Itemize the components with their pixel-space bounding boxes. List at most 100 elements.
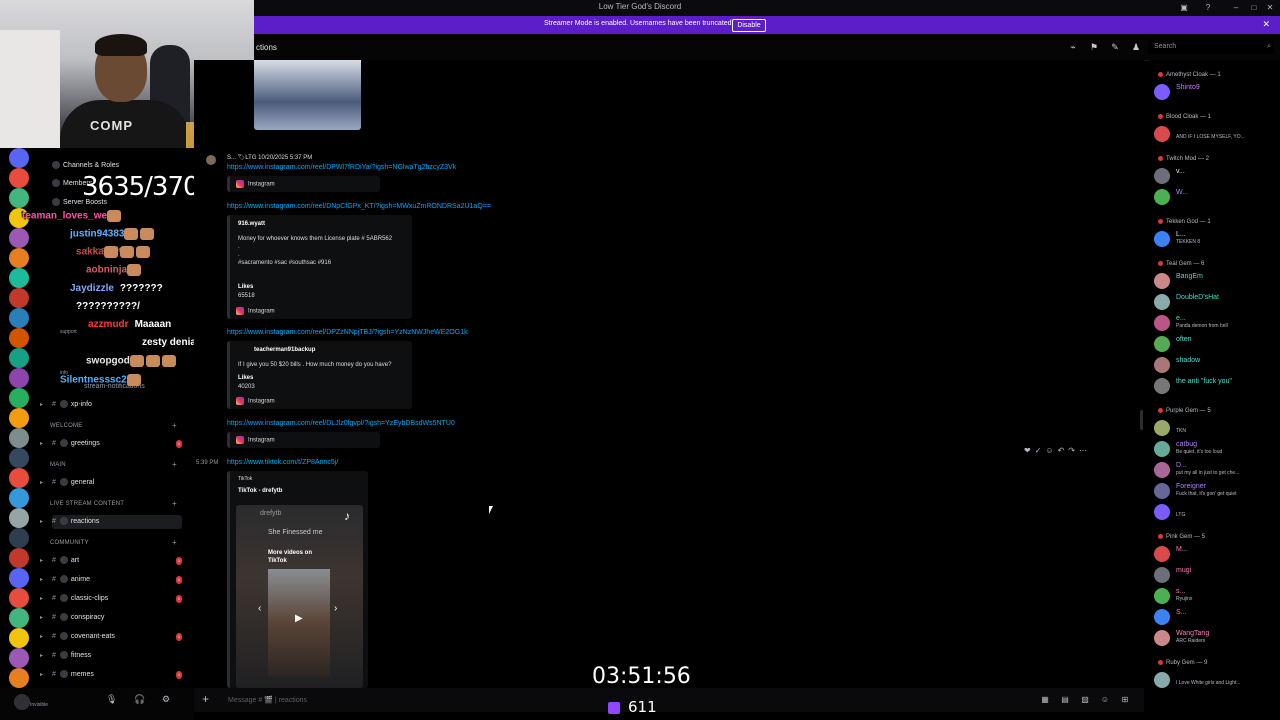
expand-icon[interactable]: ▸ — [40, 668, 43, 682]
member-item[interactable]: DoubleD'sHat — [1154, 293, 1278, 311]
member-item[interactable]: often — [1154, 335, 1278, 353]
expand-icon[interactable]: ▸ — [40, 573, 43, 587]
minimize-button[interactable]: – — [1230, 2, 1242, 14]
member-item[interactable]: W... — [1154, 188, 1278, 206]
tiktok-link[interactable]: https://www.tiktok.com/t/ZP8Annc5j/ — [227, 459, 338, 466]
play-icon[interactable]: ▶ — [295, 613, 303, 624]
channel-item[interactable]: ▸ # classic-clips 1 — [40, 592, 182, 606]
instagram-link-3[interactable]: https://www.instagram.com/reel/DPZzNNpjT… — [227, 329, 468, 336]
server-icon[interactable] — [9, 448, 29, 468]
channel-item[interactable]: ▸ # xp-info — [40, 398, 182, 412]
avatar[interactable] — [1154, 231, 1170, 247]
add-channel-icon[interactable]: + — [172, 499, 177, 508]
member-item[interactable]: s... Ryujinx — [1154, 587, 1278, 605]
expand-icon[interactable]: ▸ — [40, 611, 43, 625]
server-icon[interactable] — [9, 568, 29, 588]
expand-icon[interactable]: ▸ — [40, 592, 43, 606]
server-icon[interactable] — [9, 428, 29, 448]
message-hover-actions[interactable]: ❤✓☺↶↷⋯ — [1024, 446, 1124, 458]
server-icon[interactable] — [9, 388, 29, 408]
avatar[interactable] — [1154, 315, 1170, 331]
instagram-link-2[interactable]: https://www.instagram.com/reel/DNpCfGPx_… — [227, 203, 491, 210]
server-icon[interactable] — [9, 168, 29, 188]
channel-item[interactable]: ▸ # anime 1 — [40, 573, 182, 587]
gift-icon[interactable]: ▦ — [1040, 695, 1050, 705]
avatar[interactable] — [1154, 294, 1170, 310]
member-item[interactable]: WangTang ARC Raiders — [1154, 629, 1278, 647]
avatar[interactable] — [206, 155, 216, 165]
server-icon[interactable] — [9, 488, 29, 508]
close-window-button[interactable]: ✕ — [1264, 2, 1276, 14]
server-icon[interactable] — [9, 368, 29, 388]
avatar[interactable] — [1154, 357, 1170, 373]
close-banner-icon[interactable]: ✕ — [1262, 19, 1270, 30]
add-channel-icon[interactable]: + — [172, 538, 177, 547]
disable-streamer-mode-button[interactable]: Disable — [732, 19, 766, 32]
avatar[interactable] — [1154, 189, 1170, 205]
expand-icon[interactable]: ▸ — [40, 476, 43, 490]
avatar[interactable] — [1154, 546, 1170, 562]
avatar[interactable] — [1154, 588, 1170, 604]
embed-author[interactable]: teacherman91backup — [254, 347, 315, 353]
tiktok-video-preview[interactable]: drefytb ♪ She Finessed me More videos on… — [236, 505, 363, 688]
server-icon[interactable] — [9, 188, 29, 208]
channel-item[interactable]: ▸ # general — [40, 476, 182, 490]
chevron-left-icon[interactable]: ‹ — [258, 603, 261, 614]
pin-icon[interactable]: ✎ — [1110, 42, 1120, 52]
member-item[interactable]: Shinto9 — [1154, 83, 1278, 101]
server-icon[interactable] — [9, 468, 29, 488]
member-item[interactable]: e... Panda demon from hell — [1154, 314, 1278, 332]
member-item[interactable]: L... TEKKEN 8 — [1154, 230, 1278, 248]
server-icon[interactable] — [9, 228, 29, 248]
help-icon[interactable]: ? — [1202, 2, 1214, 14]
member-item[interactable]: mugi — [1154, 566, 1278, 584]
embed-author[interactable]: 916.wyatt — [238, 221, 265, 227]
expand-icon[interactable]: ▸ — [40, 515, 43, 529]
server-icon[interactable] — [9, 148, 29, 168]
instagram-link-1[interactable]: https://www.instagram.com/reel/DPWl7fRDi… — [227, 164, 456, 171]
server-icon[interactable] — [9, 308, 29, 328]
channel-item[interactable]: ▸ # reactions — [40, 515, 182, 529]
member-item[interactable]: BangEm — [1154, 272, 1278, 290]
sticker-icon[interactable]: ▨ — [1080, 695, 1090, 705]
member-item[interactable]: D... put my all in just to get che... — [1154, 461, 1278, 479]
message-input[interactable]: Message # 🎬 | reactions — [228, 696, 307, 704]
member-item[interactable]: catbug Be quiet, it's too loud — [1154, 440, 1278, 458]
search-input[interactable]: Search ⌕ — [1148, 40, 1274, 54]
gif-icon[interactable]: ▤ — [1060, 695, 1070, 705]
avatar[interactable] — [1154, 336, 1170, 352]
channel-category[interactable]: LIVE STREAM CONTENT + — [50, 499, 177, 508]
server-icon[interactable] — [9, 408, 29, 428]
channel-category[interactable]: COMMUNITY + — [50, 538, 177, 547]
avatar[interactable] — [1154, 672, 1170, 688]
server-icon[interactable] — [9, 508, 29, 528]
avatar[interactable] — [1154, 420, 1170, 436]
member-item[interactable]: I Love White girls and Light... — [1154, 671, 1278, 689]
server-icon[interactable] — [9, 608, 29, 628]
channel-item[interactable]: ▸ # memes 1 — [40, 668, 182, 682]
member-item[interactable]: Foreigner Fuck that, it's gon' get quiet — [1154, 482, 1278, 500]
inbox-icon[interactable]: ▣ — [1178, 2, 1190, 14]
server-icon[interactable] — [9, 528, 29, 548]
server-icon[interactable] — [9, 548, 29, 568]
avatar[interactable] — [1154, 441, 1170, 457]
add-channel-icon[interactable]: + — [172, 421, 177, 430]
embed-title[interactable]: TikTok - drefytb — [238, 488, 282, 494]
emoji-icon[interactable]: ☺ — [1100, 695, 1110, 705]
maximize-button[interactable]: □ — [1248, 2, 1260, 14]
embed-thumbnail-image[interactable] — [254, 60, 361, 130]
channel-category[interactable]: MAIN + — [50, 460, 177, 469]
member-list-icon[interactable]: ♟ — [1131, 42, 1141, 52]
member-item[interactable]: M... — [1154, 545, 1278, 563]
expand-icon[interactable]: ▸ — [40, 649, 43, 663]
member-item[interactable]: LTG — [1154, 503, 1278, 521]
server-icon[interactable] — [9, 588, 29, 608]
message-input-bar[interactable]: + Message # 🎬 | reactions ▦ ▤ ▨ ☺ ⊞ — [194, 688, 1144, 712]
channels-and-roles-item[interactable]: Channels & Roles — [52, 159, 182, 173]
avatar[interactable] — [1154, 609, 1170, 625]
avatar[interactable] — [14, 694, 30, 710]
channel-category[interactable]: WELCOME + — [50, 421, 177, 430]
server-icon[interactable] — [9, 268, 29, 288]
expand-icon[interactable]: ▸ — [40, 554, 43, 568]
chevron-right-icon[interactable]: › — [334, 603, 337, 614]
